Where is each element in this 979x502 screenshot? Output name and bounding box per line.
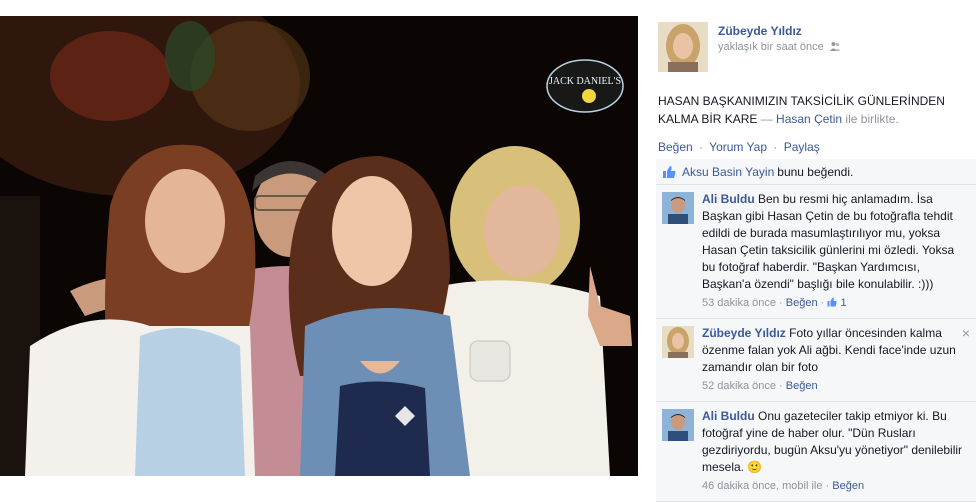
post-actions: Beğen · Yorum Yap · Paylaş [658,140,820,154]
owner-avatar[interactable] [658,22,708,72]
comment-body: Ali Buldu Onu gazeteciler takip etmiyor … [702,408,968,476]
caption-dash: — [757,112,777,126]
post-sidebar: Zübeyde Yıldız yaklaşık bir saat önce HA… [638,0,979,502]
comment-avatar[interactable] [662,409,694,441]
likes-suffix: bunu beğendi. [777,164,854,179]
comment-author-link[interactable]: Ali Buldu [702,192,755,206]
photo-illustration: JACK DANIEL'S [0,16,638,476]
comment-meta: 52 dakika önce · Beğen [702,378,968,395]
comment-avatar-image [662,326,694,358]
comment-like-button[interactable]: Beğen [832,480,864,492]
comment-body: Zübeyde Yıldız Foto yıllar öncesinden ka… [702,325,968,376]
like-count-icon [827,297,838,307]
friends-privacy-icon[interactable] [829,41,840,51]
comment-avatar[interactable] [662,192,694,224]
comment-meta: 46 dakika önce, mobil ile · Beğen [702,478,968,495]
meta-separator: · [776,380,786,392]
meta-separator-2: · [820,297,828,309]
comment-author-link[interactable]: Ali Buldu [702,409,755,423]
comment-item: Zübeyde Yıldız Foto yıllar öncesinden ka… [656,319,976,402]
meta-separator: · [822,480,833,492]
liker-link[interactable]: Aksu Basin Yayin [682,165,774,179]
comment-time[interactable]: 53 dakika önce [702,297,776,309]
comment-avatar-image [662,192,694,224]
comment-time[interactable]: 46 dakika önce, mobil ile [702,480,822,492]
comment-like-button[interactable]: Beğen [786,380,818,392]
comment-like-button[interactable]: Beğen [786,297,818,309]
post-time-text[interactable]: yaklaşık bir saat önce [718,41,824,53]
comment-item: Ali Buldu Ben bu resmi hiç anlamadım. İs… [656,185,976,319]
comment-body: Ali Buldu Ben bu resmi hiç anlamadım. İs… [702,191,968,293]
tagged-person-link[interactable]: Hasan Çetin [776,112,842,126]
comment-text: Ben bu resmi hiç anlamadım. İsa Başkan g… [702,192,955,291]
tagged-suffix: ile birlikte. [842,112,899,126]
owner-name-link[interactable]: Zübeyde Yıldız [718,24,802,38]
post-timestamp[interactable]: yaklaşık bir saat önce [718,41,840,53]
action-separator: · [773,140,778,154]
likes-summary: Aksu Basin Yayin bunu beğendi. [656,159,976,185]
post-photo[interactable]: JACK DANIEL'S [0,16,638,476]
share-button[interactable]: Paylaş [784,140,820,154]
owner-avatar-image [658,22,708,72]
svg-text:JACK DANIEL'S: JACK DANIEL'S [549,76,621,87]
thumbs-up-icon [663,165,676,178]
like-button[interactable]: Beğen [658,140,693,154]
comment-button[interactable]: Yorum Yap [709,140,767,154]
comment-item: Ali Buldu Onu gazeteciler takip etmiyor … [656,402,976,502]
jack-daniels-sign: JACK DANIEL'S [546,59,624,113]
comment-author-link[interactable]: Zübeyde Yıldız [702,326,786,340]
meta-separator: · [776,297,786,309]
action-separator: · [699,140,704,154]
comment-like-count[interactable]: 1 [840,297,846,309]
comment-avatar-image [662,409,694,441]
comment-avatar[interactable] [662,326,694,358]
comment-meta: 53 dakika önce · Beğen · 1 [702,295,968,312]
smiley-icon: 🙂 [747,460,763,474]
photo-viewer: JACK DANIEL'S [0,0,638,476]
comment-time[interactable]: 52 dakika önce [702,380,776,392]
post-caption: HASAN BAŞKANIMIZIN TAKSİCİLİK GÜNLERİNDE… [658,92,968,128]
feedback-box: Aksu Basin Yayin bunu beğendi. Ali Buldu… [656,159,976,502]
close-icon[interactable]: × [962,325,970,342]
